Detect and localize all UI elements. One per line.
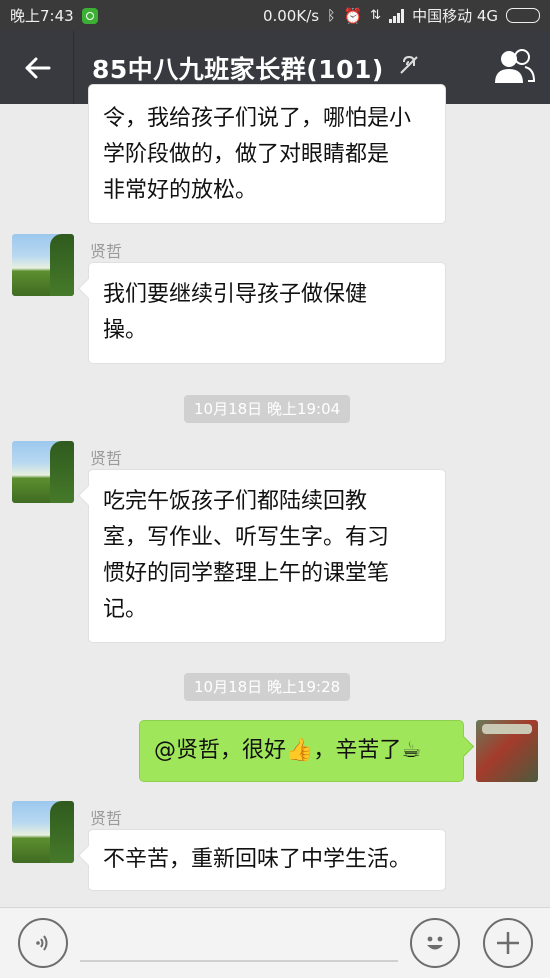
message-line: 惯好的同学整理上午的课堂笔 [103, 561, 390, 586]
message-input[interactable] [80, 960, 398, 962]
wechat-notification-icon [81, 7, 98, 24]
emoji-button[interactable] [410, 918, 460, 968]
back-arrow-icon [25, 57, 50, 78]
members-button[interactable] [492, 47, 536, 87]
message-bubble[interactable]: 吃完午饭孩子们都陆续回教 室，写作业、听写生字。有习 惯好的同学整理上午的课堂笔… [88, 469, 446, 643]
alarm-icon: ⏰ [343, 6, 363, 25]
message-line: 操。 [103, 318, 148, 343]
message-line: 非常好的放松。 [103, 178, 258, 203]
battery-icon [506, 8, 540, 23]
more-button[interactable] [483, 918, 533, 968]
sender-name: 贤哲 [90, 242, 123, 261]
bluetooth-icon: ᛒ [327, 7, 336, 24]
message-bubble[interactable]: 我们要继续引导孩子做保健 操。 [88, 262, 446, 364]
message-timestamp: 10月18日 晚上19:28 [184, 673, 351, 701]
message-line: 室，写作业、听写生字。有习 [103, 525, 390, 550]
plus-icon [497, 932, 519, 954]
status-bar: 晚上7:43 0.00K/s ᛒ ⏰ ⇅ 中国移动 4G [0, 0, 550, 31]
message-timestamp: 10月18日 晚上19:04 [184, 395, 351, 423]
carrier-label: 中国移动 4G [412, 7, 498, 25]
data-transfer-icon: ⇅ [370, 8, 382, 23]
status-time: 晚上7:43 [10, 7, 74, 25]
voice-icon [36, 935, 48, 951]
message-text: 不辛苦，重新回味了中学生活。 [103, 847, 412, 872]
sender-avatar[interactable] [12, 234, 74, 296]
chat-title: 85中八九班家长群(101) [92, 54, 384, 84]
my-message-bubble[interactable]: @贤哲，很好👍，辛苦了☕ [139, 720, 464, 782]
sender-avatar[interactable] [12, 441, 74, 503]
sender-name: 贤哲 [90, 449, 123, 468]
sender-name: 贤哲 [90, 809, 123, 828]
message-line: 令，我给孩子们说了，哪怕是小 [103, 106, 412, 131]
message-bubble[interactable]: 令，我给孩子们说了，哪怕是小 学阶段做的，做了对眼睛都是 非常好的放松。 [88, 84, 446, 224]
back-button[interactable] [0, 31, 74, 104]
my-avatar[interactable] [476, 720, 538, 782]
message-line: 吃完午饭孩子们都陆续回教 [103, 489, 368, 514]
signal-icon [389, 8, 405, 23]
voice-button[interactable] [18, 918, 68, 968]
message-bubble[interactable]: 不辛苦，重新回味了中学生活。 [88, 829, 446, 891]
mute-icon [398, 54, 420, 81]
chat-input-bar [0, 907, 550, 978]
message-line: 我们要继续引导孩子做保健 [103, 282, 368, 307]
message-line: 记。 [103, 597, 148, 622]
message-line: 学阶段做的，做了对眼睛都是 [103, 142, 390, 167]
members-icon [495, 49, 536, 83]
message-text: @贤哲，很好👍，辛苦了☕ [154, 738, 422, 763]
sender-avatar[interactable] [12, 801, 74, 863]
network-speed: 0.00K/s [262, 6, 320, 25]
emoji-icon [427, 936, 443, 950]
